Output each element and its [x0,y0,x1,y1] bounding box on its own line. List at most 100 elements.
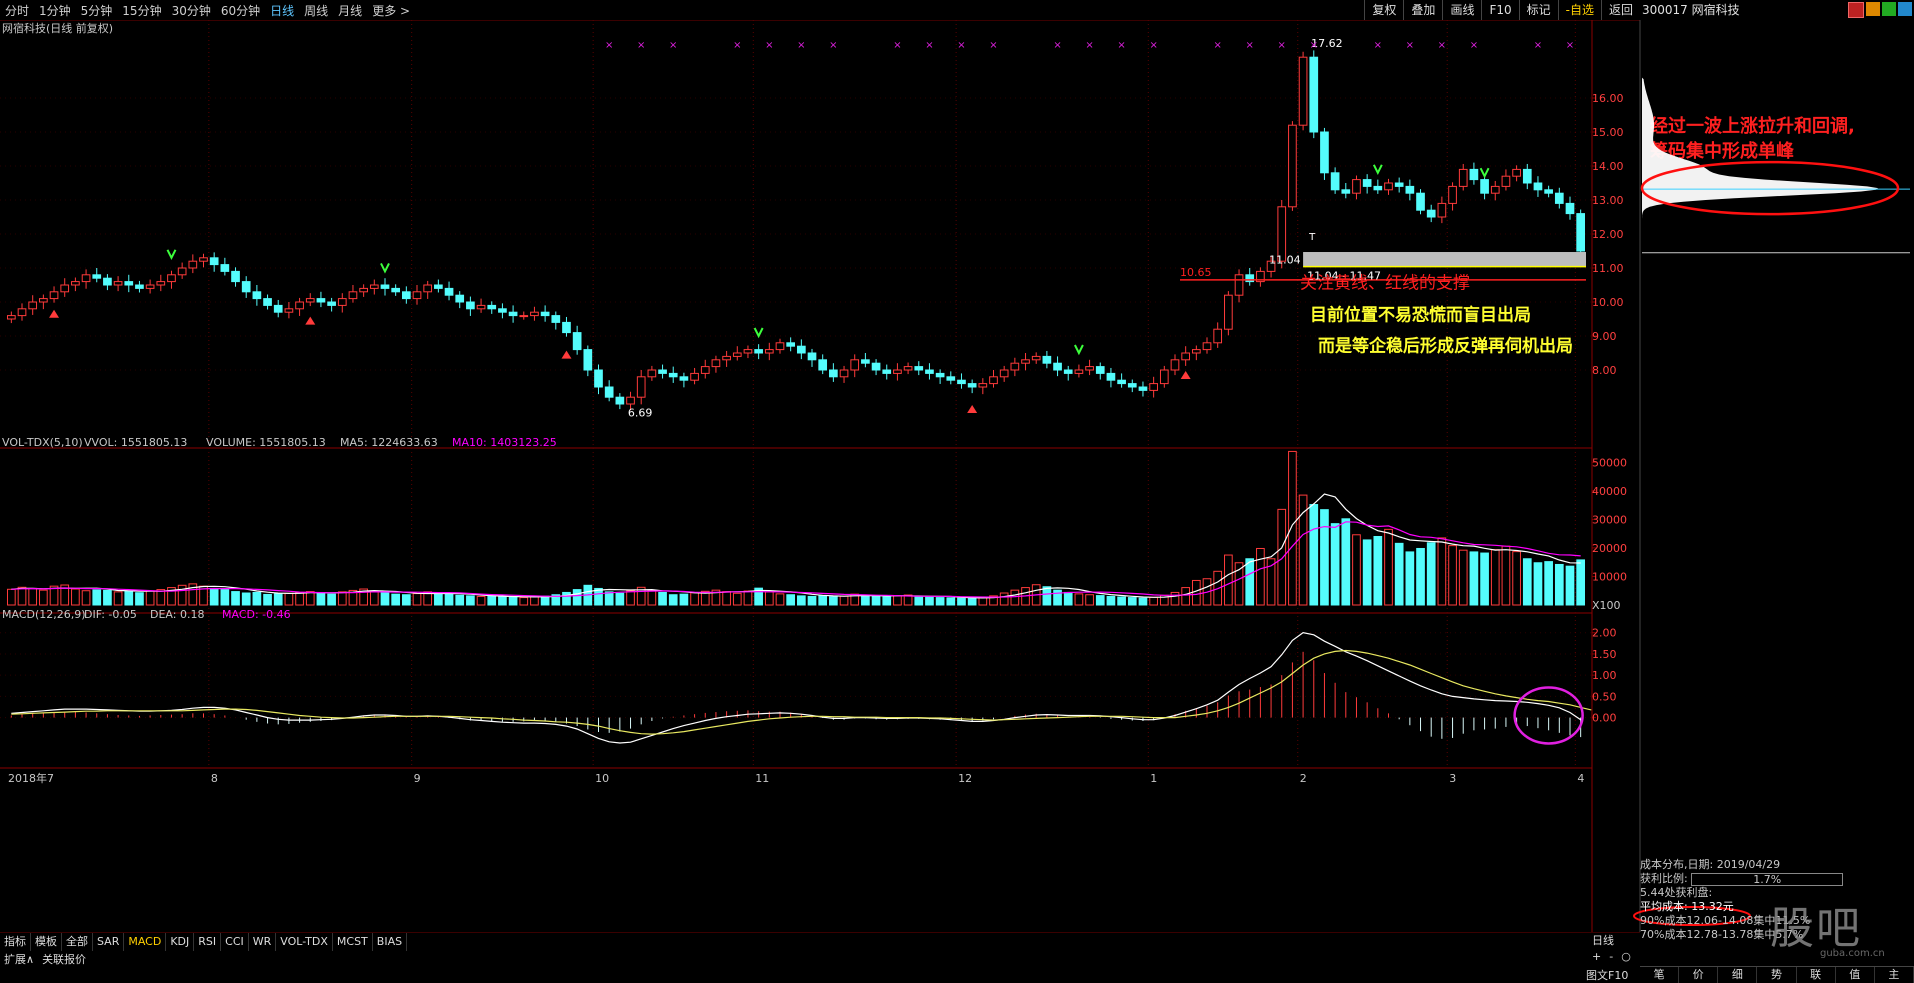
flag-icon[interactable] [1882,2,1896,16]
period-tab-0[interactable]: 分时 [0,2,34,19]
volume-bar [1053,589,1062,606]
volume-bar [1373,535,1383,606]
candle-body [604,386,614,398]
candle-body [796,345,806,354]
candle-body [957,379,966,385]
header-icons [1848,2,1912,18]
volume-bar [668,594,678,606]
candle-body [1031,355,1041,361]
zoom-reset-button[interactable]: ○ [1621,950,1631,963]
toolbar-button-2[interactable]: 画线 [1442,0,1481,20]
candle-body [177,267,187,276]
toolbar-button-6[interactable]: 返回 [1600,0,1640,20]
volume-bar [1149,596,1158,606]
candle-body [1085,366,1094,371]
volume-bar [295,591,304,606]
volume-bar [1448,545,1457,606]
indicator-tab-5[interactable]: KDJ [166,933,195,951]
panel-tab-6[interactable]: 主 [1875,967,1914,983]
volume-bar [1138,597,1148,606]
candle-body [540,311,550,317]
panel-tab-3[interactable]: 势 [1757,967,1797,983]
candle-body [1202,342,1212,351]
volume-bar [1480,552,1489,606]
candle-body [668,372,678,378]
volume-bar [882,596,892,606]
x-tick-0: 2018年7 [8,771,54,785]
extend-tab-1[interactable]: 关联报价 [38,951,90,967]
indicator-tab-11[interactable]: BIAS [373,933,408,951]
panel-tab-0[interactable]: 笔 [1640,967,1680,983]
vol-tick-1: 20000 [1592,542,1627,555]
price-tick-3: 11.00 [1592,262,1624,275]
toolbar-button-3[interactable]: F10 [1481,0,1518,20]
volume-bar [263,593,272,606]
candle-body [252,291,262,300]
volume-bar [796,595,806,606]
zoom-out-button[interactable]: - [1609,950,1613,963]
signal-cross-icon: × [1117,40,1125,51]
volume-bar [135,592,144,606]
candle-body [1213,328,1223,344]
extend-tab-0[interactable]: 扩展∧ [0,951,38,967]
candle-body [1341,189,1351,194]
indicator-tab-2[interactable]: 全部 [62,933,93,951]
panel-tab-2[interactable]: 细 [1718,967,1758,983]
candle-body [647,369,657,378]
candle-body [444,287,454,296]
settings-icon[interactable] [1898,2,1912,16]
toolbar-button-1[interactable]: 叠加 [1403,0,1442,20]
textf10-button[interactable]: 图文F10 [1586,967,1628,983]
volume-bar [530,596,539,606]
indicator-tab-3[interactable]: SAR [93,933,125,951]
period-tab-6[interactable]: 日线 [265,2,299,19]
period-tab-8[interactable]: 月线 [333,2,367,19]
volume-bar [1533,562,1543,606]
candle-body [263,298,272,306]
candle-body [1191,349,1201,354]
toolbar-button-0[interactable]: 复权 [1364,0,1403,20]
volume-bar [1565,565,1575,606]
panel-tab-4[interactable]: 联 [1797,967,1836,983]
period-tab-9[interactable]: 更多 > [367,2,415,19]
period-tab-3[interactable]: 15分钟 [117,2,166,19]
candle-body [1106,372,1116,381]
window-icon[interactable] [1848,2,1864,18]
indicator-tab-1[interactable]: 模板 [31,933,62,951]
panel-tab-5[interactable]: 值 [1836,967,1875,983]
candle-body [882,369,892,374]
volume-bar [1191,579,1201,606]
signal-cross-icon: × [1213,40,1221,51]
toolbar-button-4[interactable]: 标记 [1518,0,1558,20]
toolbar-button-5[interactable]: -自选 [1557,0,1601,20]
candle-body [1010,362,1020,371]
indicator-tab-0[interactable]: 指标 [0,933,31,951]
period-indicator[interactable]: 日线 [1592,932,1614,948]
candle-body [1522,168,1532,184]
indicator-tab-8[interactable]: WR [249,933,277,951]
candle-body [1490,185,1500,194]
candle-body [594,369,603,388]
period-tab-7[interactable]: 周线 [299,2,333,19]
candle-body [1117,379,1126,385]
candle-body [1448,185,1457,204]
watermark-logo: 股吧 [1770,903,1862,954]
zoom-in-button[interactable]: + [1592,950,1601,963]
candle-body [1384,182,1393,191]
period-tab-5[interactable]: 60分钟 [216,2,265,19]
indicator-tab-6[interactable]: RSI [194,933,222,951]
indicator-tab-7[interactable]: CCI [221,933,249,951]
candle-body [978,383,988,388]
price-tick-2: 10.00 [1592,296,1624,309]
volume-bar [1320,509,1329,606]
pin-icon[interactable] [1866,2,1880,16]
period-tab-2[interactable]: 5分钟 [76,2,118,19]
candle-body [167,274,176,283]
panel-tab-1[interactable]: 价 [1679,967,1719,983]
volume-bar [17,586,27,606]
period-tab-4[interactable]: 30分钟 [167,2,216,19]
indicator-tab-4[interactable]: MACD [124,933,167,951]
period-tab-1[interactable]: 1分钟 [34,2,76,19]
indicator-tab-9[interactable]: VOL-TDX [276,933,333,951]
indicator-tab-10[interactable]: MCST [333,933,373,951]
